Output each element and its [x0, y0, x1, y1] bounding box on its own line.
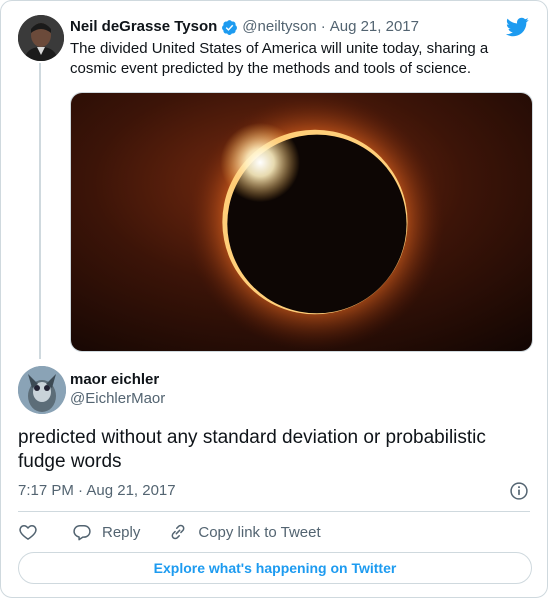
- author-handle[interactable]: @neiltyson: [242, 17, 316, 37]
- tweet-date-link[interactable]: Aug 21, 2017: [330, 17, 419, 37]
- reply-author-name[interactable]: maor eichler: [70, 370, 159, 390]
- tweet-media-image[interactable]: [70, 92, 533, 352]
- link-icon: [171, 524, 185, 540]
- reply-tweet-text: predicted without any standard deviation…: [18, 427, 486, 472]
- avatar-maor-image: [18, 366, 66, 414]
- like-button[interactable]: [18, 522, 38, 542]
- solar-eclipse-photo-icon: [71, 93, 532, 351]
- embedded-tweet-card: Neil deGrasse Tyson @neiltyson · Aug 21,…: [0, 0, 548, 598]
- tweet-timestamp[interactable]: 7:17 PM · Aug 21, 2017: [18, 481, 176, 501]
- parent-tweet-header: Neil deGrasse Tyson @neiltyson · Aug 21,…: [70, 17, 419, 37]
- twitter-bird-icon[interactable]: [505, 15, 529, 39]
- reply-button[interactable]: Reply: [72, 522, 140, 542]
- avatar-neil-image: [18, 15, 64, 61]
- verified-badge-icon: [221, 19, 238, 36]
- heart-icon: [19, 525, 37, 540]
- copy-link-button[interactable]: Copy link to Tweet: [168, 522, 321, 542]
- avatar[interactable]: [18, 366, 66, 414]
- reply-bubble-icon: [73, 525, 91, 541]
- copy-link-label: Copy link to Tweet: [198, 523, 321, 541]
- divider: [18, 511, 530, 512]
- author-name[interactable]: Neil deGrasse Tyson: [70, 17, 217, 37]
- reply-author-handle[interactable]: @EichlerMaor: [70, 389, 165, 409]
- info-icon[interactable]: [509, 481, 529, 501]
- tweet-actions-bar: Reply Copy link to Tweet: [18, 520, 321, 544]
- reply-label: Reply: [102, 523, 141, 541]
- parent-tweet-text: The divided United States of America wil…: [70, 40, 489, 77]
- thread-connector-line: [39, 63, 41, 359]
- avatar[interactable]: [18, 15, 64, 61]
- separator-dot: ·: [320, 18, 326, 35]
- explore-twitter-button[interactable]: Explore what's happening on Twitter: [18, 552, 532, 584]
